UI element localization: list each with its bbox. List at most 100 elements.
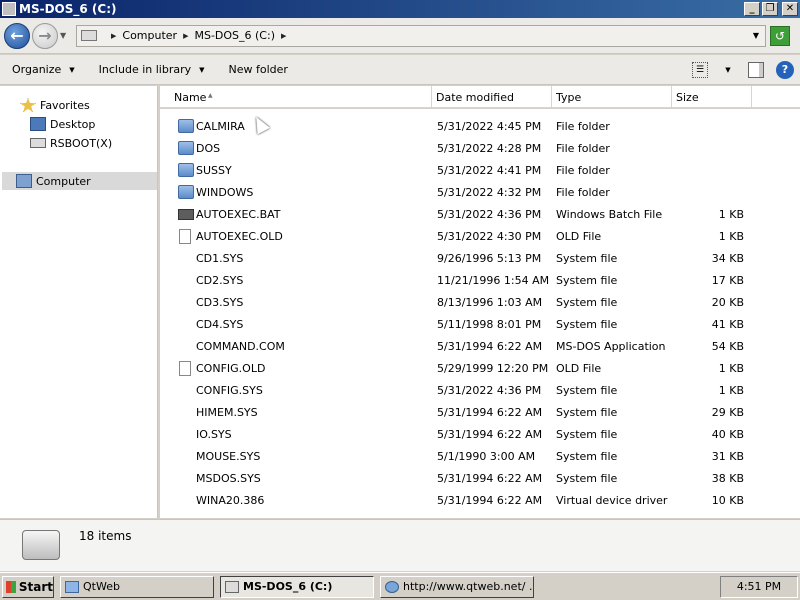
task-label: QtWeb xyxy=(83,580,120,593)
document-icon xyxy=(179,228,191,244)
file-row[interactable]: CD2.SYS 11/21/1996 1:54 AM System file 17 K… xyxy=(160,269,800,291)
title-bar[interactable]: MS-DOS_6 (C:) _ ❐ ✕ xyxy=(0,0,800,18)
chevron-down-icon: ▼ xyxy=(199,65,205,74)
file-date-modified: 5/31/1994 6:22 AM xyxy=(437,405,543,419)
drive-icon xyxy=(2,2,16,16)
drive-icon xyxy=(81,30,97,41)
file-row[interactable]: IO.SYS 5/31/1994 6:22 AM System file 40 KB xyxy=(160,423,800,445)
nav-item-desktop[interactable]: Desktop xyxy=(30,115,95,133)
file-type: OLD File xyxy=(556,229,602,243)
file-type: System file xyxy=(556,471,618,485)
file-size: 20 KB xyxy=(711,295,744,309)
file-date-modified: 5/11/1998 8:01 PM xyxy=(437,317,542,331)
file-name: CD1.SYS xyxy=(196,251,244,265)
computer-icon xyxy=(16,174,32,188)
file-size: 38 KB xyxy=(711,471,744,485)
file-row[interactable]: HIMEM.SYS 5/31/1994 6:22 AM System file 29 … xyxy=(160,401,800,423)
file-row[interactable]: AUTOEXEC.OLD 5/31/2022 4:30 PM OLD File 1 K… xyxy=(160,225,800,247)
file-row[interactable]: CONFIG.OLD 5/29/1999 12:20 PM OLD File 1 KB xyxy=(160,357,800,379)
document-icon xyxy=(179,360,191,376)
file-row[interactable]: CD3.SYS 8/13/1996 1:03 AM System file 20 KB xyxy=(160,291,800,313)
breadcrumb-separator[interactable]: ▶ xyxy=(111,32,116,40)
batch-file-icon xyxy=(178,208,194,220)
file-row[interactable]: WINA20.386 5/31/1994 6:22 AM Virtual devic… xyxy=(160,489,800,511)
file-row[interactable]: CONFIG.SYS 5/31/2022 4:36 PM System file 1 … xyxy=(160,379,800,401)
column-header-size[interactable]: Size xyxy=(672,86,752,108)
organize-label: Organize xyxy=(12,63,62,76)
file-row[interactable]: WINDOWS 5/31/2022 4:32 PM File folder xyxy=(160,181,800,203)
recent-pages-dropdown[interactable]: ▼ xyxy=(60,31,72,40)
column-label: Name xyxy=(174,90,207,104)
file-type: File folder xyxy=(556,185,610,199)
file-type: System file xyxy=(556,295,618,309)
taskbar-button-qtweb[interactable]: QtWeb xyxy=(60,575,214,598)
nav-item-rsboot[interactable]: RSBOOT(X) xyxy=(30,134,112,152)
file-type: System file xyxy=(556,405,618,419)
file-date-modified: 5/31/1994 6:22 AM xyxy=(437,427,543,441)
new-folder-button[interactable]: New folder xyxy=(217,59,300,81)
file-row[interactable]: CD4.SYS 5/11/1998 8:01 PM System file 41 KB xyxy=(160,313,800,335)
back-button[interactable]: ← xyxy=(4,22,30,49)
file-row[interactable]: DOS 5/31/2022 4:28 PM File folder xyxy=(160,137,800,159)
file-date-modified: 5/31/2022 4:41 PM xyxy=(437,163,542,177)
nav-label: RSBOOT(X) xyxy=(50,136,113,150)
file-date-modified: 11/21/1996 1:54 AM xyxy=(437,273,550,287)
taskbar-button-msdos[interactable]: MS-DOS_6 (C:) xyxy=(220,575,374,598)
view-options-icon[interactable]: ☰ xyxy=(692,61,708,78)
view-dropdown-chevron-icon[interactable]: ▼ xyxy=(720,62,736,78)
file-row[interactable]: MOUSE.SYS 5/1/1990 3:00 AM System file 31 K… xyxy=(160,445,800,467)
nav-item-favorites[interactable]: Favorites xyxy=(20,96,90,114)
column-header-date-modified[interactable]: Date modified xyxy=(432,86,552,108)
minimize-button[interactable]: _ xyxy=(744,2,760,16)
nav-item-computer[interactable]: Computer xyxy=(2,172,157,190)
file-type: System file xyxy=(556,383,618,397)
file-name: WINA20.386 xyxy=(196,493,265,507)
folder-icon xyxy=(178,141,194,155)
file-row[interactable]: CD1.SYS 9/26/1996 5:13 PM System file 34 KB xyxy=(160,247,800,269)
start-button[interactable]: Start xyxy=(2,575,54,598)
file-size: 40 KB xyxy=(711,427,744,441)
file-type: File folder xyxy=(556,163,610,177)
system-clock[interactable]: 4:51 PM xyxy=(720,575,798,598)
file-type: OLD File xyxy=(556,361,602,375)
column-header: Name ▲ Date modified Type Size xyxy=(160,86,800,108)
file-size: 10 KB xyxy=(711,493,744,507)
include-in-library-button[interactable]: Include in library ▼ xyxy=(87,59,217,81)
file-row[interactable]: AUTOEXEC.BAT 5/31/2022 4:36 PM Windows Bat… xyxy=(160,203,800,225)
address-dropdown-arrow[interactable]: ▼ xyxy=(753,31,759,40)
file-type: System file xyxy=(556,427,618,441)
star-icon xyxy=(20,98,36,112)
file-date-modified: 5/31/1994 6:22 AM xyxy=(437,471,543,485)
breadcrumb-computer[interactable]: Computer xyxy=(122,29,177,42)
file-type: System file xyxy=(556,449,618,463)
file-row[interactable]: SUSSY 5/31/2022 4:41 PM File folder xyxy=(160,159,800,181)
window-title: MS-DOS_6 (C:) xyxy=(19,2,117,16)
file-size: 1 KB xyxy=(718,207,744,221)
breadcrumb-drive[interactable]: MS-DOS_6 (C:) xyxy=(194,29,275,42)
help-icon[interactable]: ? xyxy=(776,60,794,79)
forward-button[interactable]: → xyxy=(32,22,58,49)
file-row[interactable]: COMMAND.COM 5/31/1994 6:22 AM MS-DOS Appli… xyxy=(160,335,800,357)
file-type: System file xyxy=(556,273,618,287)
nav-label: Desktop xyxy=(50,117,96,131)
address-bar[interactable]: ▶ Computer ▶ MS-DOS_6 (C:) ▶ ▼ xyxy=(76,24,766,47)
file-size: 1 KB xyxy=(718,383,744,397)
file-type: File folder xyxy=(556,141,610,155)
breadcrumb-separator[interactable]: ▶ xyxy=(281,32,286,40)
refresh-button[interactable]: ↺ xyxy=(770,25,790,46)
file-name: MSDOS.SYS xyxy=(196,471,261,485)
file-type: System file xyxy=(556,251,618,265)
breadcrumb-separator[interactable]: ▶ xyxy=(183,32,188,40)
restore-button[interactable]: ❐ xyxy=(762,2,778,16)
column-header-type[interactable]: Type xyxy=(552,86,672,108)
drive-icon xyxy=(225,580,239,593)
preview-pane-icon[interactable] xyxy=(748,61,764,78)
file-name: HIMEM.SYS xyxy=(196,405,258,419)
taskbar-button-browser[interactable]: http://www.qtweb.net/ ... xyxy=(380,575,534,598)
organize-button[interactable]: Organize ▼ xyxy=(0,59,87,81)
folder-icon xyxy=(178,119,194,133)
file-row[interactable]: MSDOS.SYS 5/31/1994 6:22 AM System file 38 … xyxy=(160,467,800,489)
drive-icon xyxy=(30,138,46,148)
close-button[interactable]: ✕ xyxy=(782,2,798,16)
column-header-name[interactable]: Name ▲ xyxy=(160,86,432,108)
